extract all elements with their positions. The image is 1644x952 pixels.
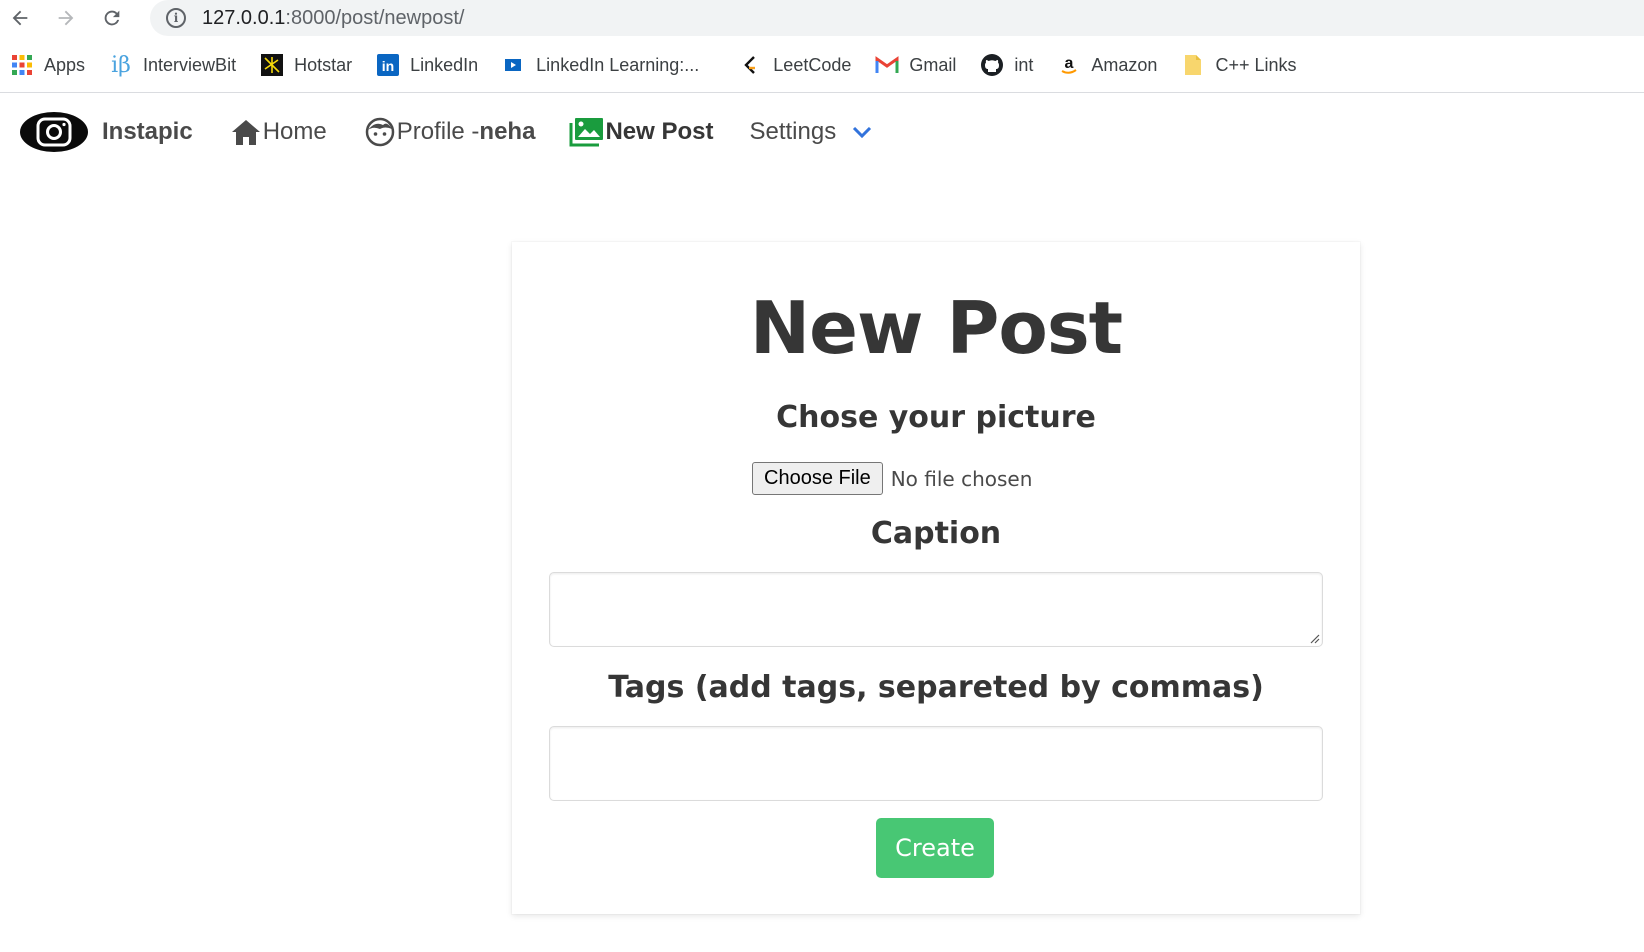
bookmarks-divider [0,92,1644,93]
instapic-logo-icon [20,112,88,152]
bookmark-linkedin-learning[interactable]: LinkedIn Learning:... [502,53,699,77]
nav-settings-label: Settings [749,118,837,145]
back-button[interactable] [4,2,36,34]
apps-grid-icon [10,53,34,77]
bookmarks-bar: Apps iβ InterviewBit Hotstar in LinkedIn… [0,44,1644,86]
bookmark-gmail[interactable]: Gmail [875,53,956,77]
chevron-down-icon [852,125,872,139]
nav-home-label: Home [262,118,327,145]
bookmark-cpp-links[interactable]: C++ Links [1181,53,1297,77]
choose-file-button[interactable]: Choose File [752,462,883,495]
nav-profile[interactable]: Profile - neha [365,117,536,147]
svg-text:a: a [1065,55,1074,72]
brand-name: Instapic [102,118,193,145]
face-icon [365,117,395,147]
reload-icon [104,10,120,26]
github-icon [980,53,1004,77]
bookmark-label: LeetCode [773,54,852,75]
nav-new-post[interactable]: New Post [569,117,713,147]
images-icon [569,117,605,147]
bookmark-label: Apps [44,54,86,75]
bookmark-linkedin[interactable]: in LinkedIn [376,53,478,77]
leetcode-icon [739,53,763,77]
nav-profile-label: Profile - [396,118,480,145]
bookmark-label: InterviewBit [143,54,237,75]
linkedin-icon: in [376,53,400,77]
bookmark-leetcode[interactable]: LeetCode [739,53,851,77]
gmail-icon [875,53,899,77]
forward-button[interactable] [50,2,82,34]
bookmark-hotstar[interactable]: Hotstar [260,53,352,77]
bookmark-label: LinkedIn [410,54,479,75]
bookmark-label: LinkedIn Learning:... [536,54,700,75]
picture-label: Chose your picture [776,400,1096,435]
hotstar-icon [260,53,284,77]
bookmark-int[interactable]: int [980,53,1033,77]
home-icon [231,118,261,146]
interviewbit-icon: iβ [111,52,131,78]
linkedin-learning-icon [502,53,526,77]
forward-arrow-icon [58,10,74,26]
bookmark-label: Hotstar [294,54,353,75]
page-title: New Post [749,286,1123,370]
back-arrow-icon [12,10,28,26]
site-info-icon[interactable]: i [166,8,186,28]
bookmark-label: Amazon [1091,54,1158,75]
bookmark-apps[interactable]: Apps [10,53,85,77]
bookmark-interviewbit[interactable]: iβ InterviewBit [109,52,237,78]
file-status: No file chosen [890,466,1033,491]
folder-icon [1181,53,1205,77]
nav-settings-dropdown[interactable]: Settings [749,118,872,146]
bookmark-label: C++ Links [1215,54,1297,75]
amazon-icon: a [1057,53,1081,77]
tags-label: Tags (add tags, separeted by commas) [608,670,1264,705]
nav-home[interactable]: Home [231,118,327,146]
tags-input[interactable] [549,726,1323,801]
address-bar[interactable]: i 127.0.0.1:8000/post/newpost/ [150,0,1644,36]
file-input[interactable]: Choose File No file chosen [752,462,1032,495]
reload-button[interactable] [96,2,128,34]
nav-profile-username: neha [479,118,536,145]
browser-toolbar: i 127.0.0.1:8000/post/newpost/ [0,0,1644,36]
nav-new-post-label: New Post [605,118,714,145]
caption-textarea[interactable] [549,572,1323,647]
bookmark-label: Gmail [909,54,957,75]
new-post-card: New Post Chose your picture Choose File … [512,242,1360,914]
svg-text:in: in [382,58,394,74]
create-button[interactable]: Create [876,818,994,878]
bookmark-label: int [1014,54,1034,75]
brand-link[interactable]: Instapic [20,112,193,152]
bookmark-amazon[interactable]: a Amazon [1057,53,1157,77]
url-text: 127.0.0.1:8000/post/newpost/ [202,6,465,29]
app-navbar: Instapic Home Profile - neha New Post Set… [0,104,1644,160]
caption-label: Caption [870,516,1002,551]
resize-grip-icon[interactable] [1308,632,1320,644]
